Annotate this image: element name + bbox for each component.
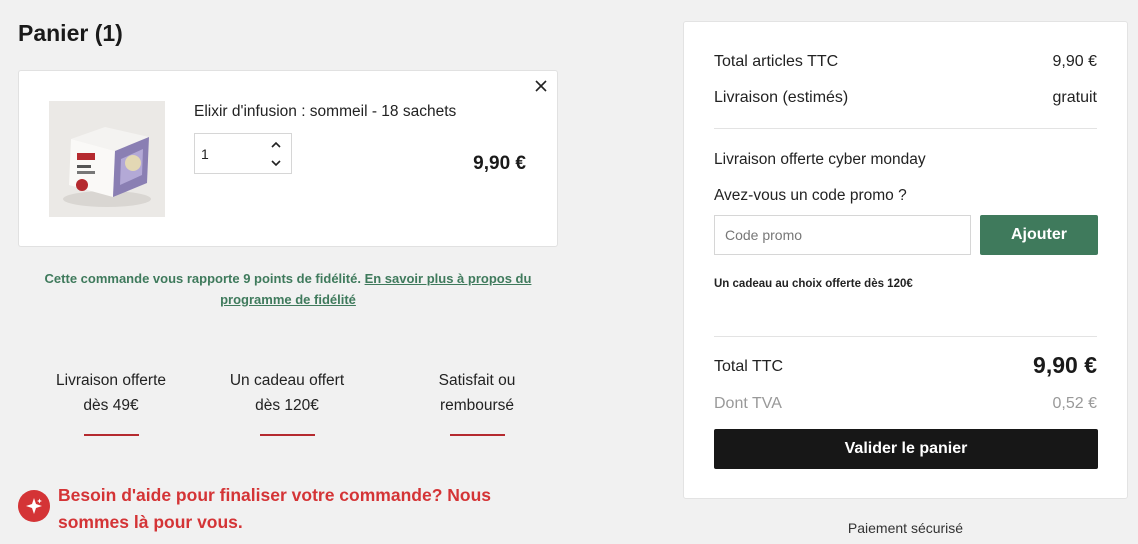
item-price: 9,90 € [473,153,526,174]
vat-row: Dont TVA 0,52 € [714,395,1097,413]
chevron-down-icon[interactable] [269,156,283,170]
promo-question: Avez-vous un code promo ? [714,187,907,204]
order-summary: Total articles TTC 9,90 € Livraison (est… [683,21,1128,499]
divider [714,336,1097,337]
help-text[interactable]: Besoin d'aide pour finaliser votre comma… [58,482,498,536]
total-row: Total TTC 9,90 € [714,352,1097,378]
feature-line: dès 120€ [255,397,319,414]
vat-value: 0,52 € [1052,395,1097,412]
feature-underline [83,434,139,436]
divider [714,128,1097,129]
feature-free-gift: Un cadeau offert dès 120€ [202,368,372,436]
feature-line: Un cadeau offert [229,372,345,389]
product-image[interactable] [49,101,165,217]
gift-note: Un cadeau au choix offerte dès 120€ [714,278,913,290]
feature-underline [259,434,315,436]
shipping-value: gratuit [1052,89,1097,106]
sparkle-icon [18,490,50,522]
vat-label: Dont TVA [714,395,782,412]
feature-satisfaction: Satisfait ou remboursé [392,368,562,436]
close-icon[interactable] [534,79,548,93]
subtotal-row: Total articles TTC 9,90 € [714,53,1097,71]
chevron-up-icon[interactable] [269,138,283,152]
feature-free-shipping: Livraison offerte dès 49€ [26,368,196,436]
subtotal-value: 9,90 € [1052,53,1097,70]
secure-payment-text: Paiement sécurisé [847,520,964,536]
shipping-row: Livraison (estimés) gratuit [714,89,1097,107]
add-promo-button[interactable]: Ajouter [980,215,1098,255]
feature-line: dès 49€ [83,397,139,414]
shipping-label: Livraison (estimés) [714,89,849,106]
promo-banner: Livraison offerte cyber monday [714,151,926,168]
subtotal-label: Total articles TTC [714,53,839,70]
feature-line: Satisfait ou [438,372,516,389]
total-label: Total TTC [714,358,784,375]
loyalty-message: Cette commande vous rapporte 9 points de… [18,268,558,310]
validate-cart-button[interactable]: Valider le panier [714,429,1098,469]
page-title: Panier (1) [18,20,123,46]
feature-line: remboursé [439,397,515,414]
quantity-stepper[interactable]: 1 [194,133,292,174]
product-name[interactable]: Elixir d'infusion : sommeil - 18 sachets [194,103,456,121]
quantity-value[interactable]: 1 [201,146,209,162]
promo-code-input[interactable] [714,215,971,255]
total-value: 9,90 € [1033,352,1097,378]
cart-item: Elixir d'infusion : sommeil - 18 sachets… [18,70,558,247]
loyalty-text: Cette commande vous rapporte 9 points de… [44,271,361,286]
feature-line: Livraison offerte [56,372,166,389]
feature-underline [449,434,505,436]
